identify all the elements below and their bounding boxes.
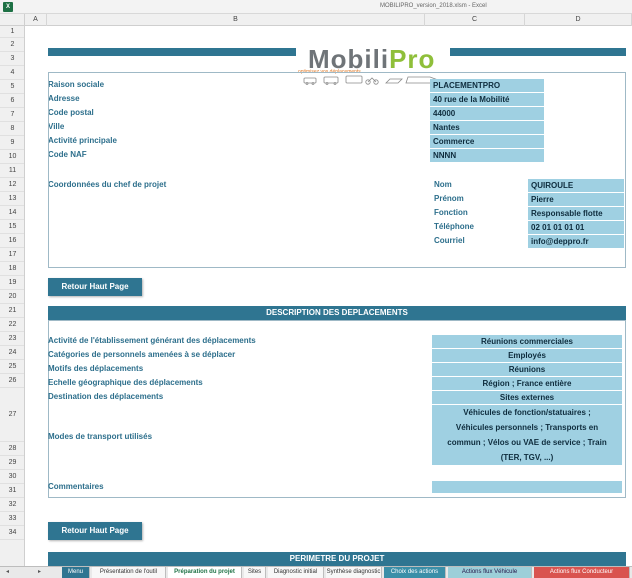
row-header[interactable]: 7 (0, 108, 24, 122)
row-header[interactable]: 26 (0, 374, 24, 388)
sheet-tab[interactable]: Actions flux Véhicule (448, 567, 532, 578)
row-header[interactable]: 17 (0, 248, 24, 262)
column-header-d[interactable]: D (525, 14, 632, 26)
row-header[interactable]: 12 (0, 178, 24, 192)
row-header[interactable]: 15 (0, 220, 24, 234)
perimetre-projet-header: PERIMETRE DU PROJET (48, 552, 626, 566)
row-header[interactable]: 33 (0, 512, 24, 526)
description-field-label: Echelle géographique des déplacements (48, 378, 203, 387)
row-header[interactable]: 20 (0, 290, 24, 304)
row-header[interactable]: 14 (0, 206, 24, 220)
description-field-value[interactable]: Réunions (432, 363, 622, 376)
row-header[interactable]: 2 (0, 38, 24, 52)
row-header[interactable]: 4 (0, 66, 24, 80)
tab-scroll-left-icon[interactable]: ◂ (6, 568, 9, 575)
sheet-tab[interactable]: Sites (244, 567, 266, 578)
row-header[interactable]: 25 (0, 360, 24, 374)
row-header[interactable]: 29 (0, 456, 24, 470)
description-deplacements-header: DESCRIPTION DES DEPLACEMENTS (48, 306, 626, 320)
retour-haut-page-button[interactable]: Retour Haut Page (48, 278, 142, 296)
row-header[interactable]: 18 (0, 262, 24, 276)
row-header[interactable]: 22 (0, 318, 24, 332)
row-header[interactable]: 10 (0, 150, 24, 164)
description-field-value[interactable]: Réunions commerciales (432, 335, 622, 348)
row-header[interactable]: 31 (0, 484, 24, 498)
column-header-b[interactable]: B (47, 14, 425, 26)
sheet-tab[interactable]: Actions flux Conducteur (534, 567, 630, 578)
tab-scroll-right-icon[interactable]: ▸ (38, 568, 41, 575)
description-field-label: Activité de l'établissement générant des… (48, 336, 256, 345)
row-header[interactable]: 32 (0, 498, 24, 512)
row-header[interactable]: 16 (0, 234, 24, 248)
description-field-value[interactable]: Région ; France entière (432, 377, 622, 390)
row-header[interactable]: 8 (0, 122, 24, 136)
row-header[interactable]: 19 (0, 276, 24, 290)
description-field-value[interactable]: Employés (432, 349, 622, 362)
select-all-corner[interactable] (0, 14, 25, 26)
window-title: MOBILIPRO_version_2018.xlsm - Excel (380, 3, 487, 9)
sheet-tab[interactable]: Présentation de l'outil (92, 567, 166, 578)
row-header[interactable]: 34 (0, 526, 24, 540)
description-field-label: Motifs des déplacements (48, 364, 144, 373)
column-header-row: A B C D (0, 14, 632, 26)
retour-haut-page-button[interactable]: Retour Haut Page (48, 522, 142, 540)
row-header[interactable]: 21 (0, 304, 24, 318)
row-header[interactable]: 1 (0, 26, 24, 38)
title-bar: X MOBILIPRO_version_2018.xlsm - Excel (0, 0, 632, 14)
row-header[interactable]: 11 (0, 164, 24, 178)
row-header[interactable]: 3 (0, 52, 24, 66)
sheet-tab[interactable]: Choix des actions (384, 567, 446, 578)
commentaires-label: Commentaires (48, 482, 104, 491)
description-field-label: Destination des déplacements (48, 392, 164, 401)
excel-app-icon: X (3, 2, 13, 12)
row-header[interactable]: 28 (0, 442, 24, 456)
commentaires-value[interactable] (432, 481, 622, 493)
row-header[interactable]: 23 (0, 332, 24, 346)
sheet-tab[interactable]: Préparation du projet (168, 567, 242, 578)
sheet-tab[interactable]: Menu (62, 567, 90, 578)
row-header[interactable]: 27 (0, 388, 24, 442)
description-field-label: Catégories de personnels amenées à se dé… (48, 350, 236, 359)
column-header-c[interactable]: C (425, 14, 525, 26)
modes-transport-label: Modes de transport utilisés (48, 432, 153, 441)
identification-panel (48, 72, 626, 268)
row-header[interactable]: 9 (0, 136, 24, 150)
worksheet: MobiliPro optimisez vos déplacements Rai… (26, 26, 632, 566)
column-header-a[interactable]: A (25, 14, 47, 26)
sheet-tab-bar: ◂ ▸ Menu Présentation de l'outil Préparati… (0, 566, 632, 578)
description-field-value[interactable]: Sites externes (432, 391, 622, 404)
row-header[interactable]: 30 (0, 470, 24, 484)
row-header[interactable]: 6 (0, 94, 24, 108)
modes-transport-value[interactable]: Véhicules de fonction/statuaires ; Véhic… (432, 405, 622, 465)
row-header[interactable]: 13 (0, 192, 24, 206)
sheet-tab[interactable]: Synthèse diagnostic (326, 567, 382, 578)
row-header-column: 1 2 3 4 5 6 7 8 9 10 11 12 13 14 15 16 17 18 19 20 21 22 23 24 2… (0, 26, 25, 566)
row-header[interactable]: 24 (0, 346, 24, 360)
row-header[interactable]: 5 (0, 80, 24, 94)
sheet-tab[interactable]: Diagnostic initial (268, 567, 324, 578)
